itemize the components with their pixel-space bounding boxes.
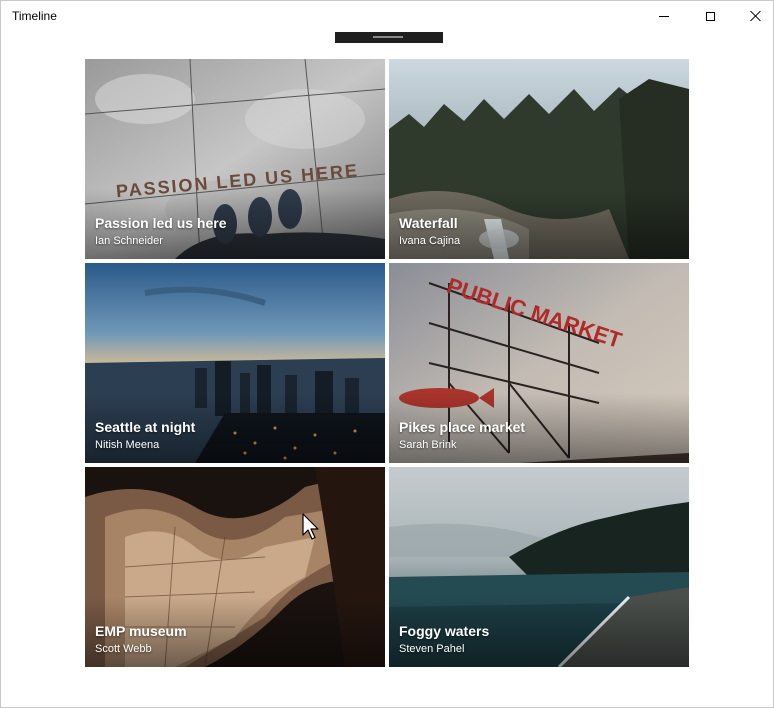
card-author: Ian Schneider [95,235,163,247]
grip-icon [373,36,403,38]
drag-handle[interactable] [335,32,443,43]
window-title: Timeline [12,9,57,23]
maximize-button[interactable] [687,1,733,31]
photo-card[interactable]: Waterfall Ivana Cajina [389,59,689,259]
card-author: Ivana Cajina [399,235,461,247]
title-bar[interactable]: Timeline [1,1,773,31]
photo-card[interactable]: EMP museum Scott Webb [85,467,385,667]
card-author: Sarah Brink [399,439,457,451]
card-title: EMP museum [95,623,187,639]
close-button[interactable] [733,1,773,31]
mouse-pointer-icon [302,513,319,540]
photo-card[interactable]: Seattle at night Nitish Meena [85,263,385,463]
card-title: Waterfall [399,215,458,231]
minimize-button[interactable] [641,1,687,31]
photo-card[interactable]: PASSION LED US HERE Passion led us here … [85,59,385,259]
card-author: Steven Pahel [399,643,465,655]
card-title: Seattle at night [95,419,196,435]
card-title: Foggy waters [399,623,490,639]
photo-card[interactable]: PUBLIC MARKET Pikes place market Sarah B… [389,263,689,463]
minimize-icon [659,15,669,17]
close-icon [750,10,762,22]
app-window: Timeline PASSION LED US HERE Passion led… [0,0,774,708]
photo-card[interactable]: Foggy waters Steven Pahel [389,467,689,667]
maximize-icon [705,11,715,21]
card-title: Pikes place market [399,419,526,435]
card-author: Nitish Meena [95,439,160,451]
card-title: Passion led us here [95,215,227,231]
card-author: Scott Webb [95,643,152,655]
